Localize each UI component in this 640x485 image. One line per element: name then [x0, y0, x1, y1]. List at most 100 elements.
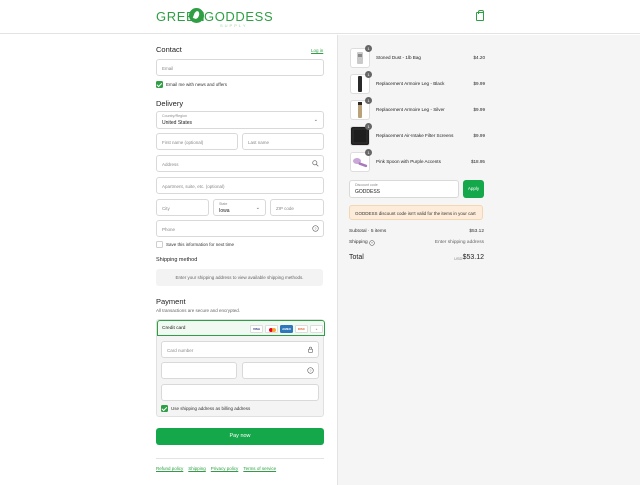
security-code-field[interactable]: ? — [242, 362, 319, 379]
shipping-value: Enter shipping address — [434, 240, 484, 245]
address-placeholder: Address — [162, 162, 179, 167]
item-price: $9.99 — [473, 133, 486, 138]
card-number-placeholder: Card number — [167, 348, 194, 353]
country-label: Country/Region — [162, 114, 187, 118]
item-name: Replacement Armoire Leg - Silver — [376, 107, 445, 112]
billing-address-label: Use shipping address as billing address — [171, 406, 251, 411]
help-circle-icon[interactable]: ? — [312, 225, 319, 232]
cart-item: 1 Stoned Dust - 1lb Bag $4.20 — [350, 45, 490, 68]
zip-placeholder: ZIP code — [276, 206, 294, 211]
card-number-field[interactable]: Card number — [161, 341, 319, 358]
leaf-logo-icon — [189, 8, 204, 23]
header: GREEN GODDESS SUPPLY — [0, 0, 640, 34]
first-name-placeholder: First name (optional) — [162, 140, 204, 145]
brand-logo[interactable]: GREEN GODDESS SUPPLY — [156, 7, 273, 29]
apartment-placeholder: Apartment, suite, etc. (optional) — [162, 184, 225, 189]
item-price: $9.99 — [473, 107, 486, 112]
quantity-badge: 1 — [365, 149, 372, 156]
quantity-badge: 1 — [365, 97, 372, 104]
shipping-method-message: Enter your shipping address to view avai… — [175, 275, 304, 280]
svg-text:?: ? — [315, 227, 317, 231]
email-placeholder: Email — [162, 66, 174, 71]
discount-code-value: GODDESS — [355, 189, 381, 195]
email-field[interactable]: Email — [156, 59, 324, 76]
delivery-heading: Delivery — [156, 99, 184, 108]
shipping-method-box: Enter your shipping address to view avai… — [156, 269, 323, 286]
search-icon — [312, 160, 319, 167]
credit-card-option[interactable]: Credit card VISA AMEX DISC + — [157, 320, 325, 336]
payment-subtitle: All transactions are secure and encrypte… — [156, 308, 241, 313]
item-price: $18.95 — [470, 159, 485, 164]
quantity-badge: 1 — [365, 123, 372, 130]
shipping-row: Shipping ? Enter shipping address — [349, 240, 484, 246]
footer-links: Refund policy Shipping Privacy policy Te… — [156, 466, 276, 471]
visa-icon: VISA — [250, 325, 263, 333]
first-name-field[interactable]: First name (optional) — [156, 133, 238, 150]
subtotal-label: Subtotal · 5 items — [349, 229, 387, 234]
item-name: Stoned Dust - 1lb Bag — [376, 55, 421, 60]
discover-icon: DISC — [295, 325, 308, 333]
cart-item: 1 Replacement Air-Intake Filter Screens … — [350, 123, 490, 146]
brand-name-right: GODDESS — [204, 9, 274, 24]
credit-card-label: Credit card — [162, 326, 186, 331]
login-link[interactable]: Log in — [311, 48, 323, 53]
lock-icon — [308, 346, 313, 353]
save-info-checkbox[interactable] — [156, 241, 163, 248]
apply-discount-button[interactable]: Apply — [463, 180, 484, 198]
phone-placeholder: Phone — [162, 227, 176, 232]
address-field[interactable]: Address — [156, 155, 324, 172]
shipping-method-heading: Shipping method — [156, 257, 198, 263]
news-checkbox[interactable] — [156, 81, 163, 88]
amex-icon: AMEX — [280, 325, 293, 333]
expiration-field[interactable] — [161, 362, 237, 379]
more-cards-icon: + — [310, 325, 323, 333]
phone-field[interactable]: Phone ? — [156, 220, 324, 237]
card-brand-list: VISA AMEX DISC + — [250, 325, 323, 333]
refund-policy-link[interactable]: Refund policy — [156, 466, 183, 471]
discount-warning: GODDESS discount code isn't valid for th… — [349, 205, 483, 220]
shopping-bag-icon[interactable] — [476, 10, 484, 21]
chevron-down-icon: ⌄ — [255, 205, 260, 211]
country-value: United States — [162, 120, 193, 126]
terms-of-service-link[interactable]: Terms of service — [243, 466, 276, 471]
payment-heading: Payment — [156, 297, 186, 306]
svg-text:?: ? — [310, 369, 312, 373]
state-select[interactable]: State Iowa ⌄ — [213, 199, 266, 216]
help-circle-icon[interactable]: ? — [307, 367, 314, 374]
billing-address-checkbox[interactable] — [161, 405, 168, 412]
save-info-label: Save this information for next time — [166, 242, 235, 247]
subtotal-row: Subtotal · 5 items $53.12 — [349, 229, 484, 234]
svg-text:?: ? — [371, 241, 373, 245]
cart-item: 1 Pink Spoon with Purple Accents $18.95 — [350, 149, 490, 172]
footer-divider — [156, 458, 324, 459]
news-checkbox-label: Email me with news and offers — [166, 82, 227, 87]
city-placeholder: City — [162, 206, 170, 211]
cart-item: 1 Replacement Armoire Leg - Black $9.99 — [350, 71, 490, 94]
name-on-card-field[interactable] — [161, 384, 319, 401]
discount-code-field[interactable]: Discount code GODDESS — [349, 180, 459, 198]
mastercard-icon — [265, 325, 278, 333]
subtotal-value: $53.12 — [469, 229, 484, 234]
privacy-policy-link[interactable]: Privacy policy — [211, 466, 239, 471]
item-price: $4.20 — [473, 55, 486, 60]
last-name-field[interactable]: Last name — [242, 133, 324, 150]
item-price: $9.99 — [473, 81, 486, 86]
shipping-label: Shipping — [349, 240, 368, 245]
total-value: $53.12 — [462, 254, 484, 261]
total-currency: USD — [454, 256, 463, 261]
zip-field[interactable]: ZIP code — [270, 199, 324, 216]
discount-code-label: Discount code — [355, 183, 378, 187]
state-value: Iowa — [219, 208, 230, 214]
cart-item: 1 Replacement Armoire Leg - Silver $9.99 — [350, 97, 490, 120]
chevron-down-icon: ⌄ — [313, 117, 318, 123]
last-name-placeholder: Last name — [248, 140, 270, 145]
pay-now-button[interactable]: Pay now — [156, 428, 324, 445]
country-select[interactable]: Country/Region United States ⌄ — [156, 111, 324, 129]
shipping-policy-link[interactable]: Shipping — [188, 466, 206, 471]
city-field[interactable]: City — [156, 199, 209, 216]
state-label: State — [219, 202, 228, 206]
quantity-badge: 1 — [365, 45, 372, 52]
discount-warning-text: GODDESS discount code isn't valid for th… — [355, 211, 476, 216]
apartment-field[interactable]: Apartment, suite, etc. (optional) — [156, 177, 324, 194]
help-circle-icon[interactable]: ? — [369, 240, 375, 246]
